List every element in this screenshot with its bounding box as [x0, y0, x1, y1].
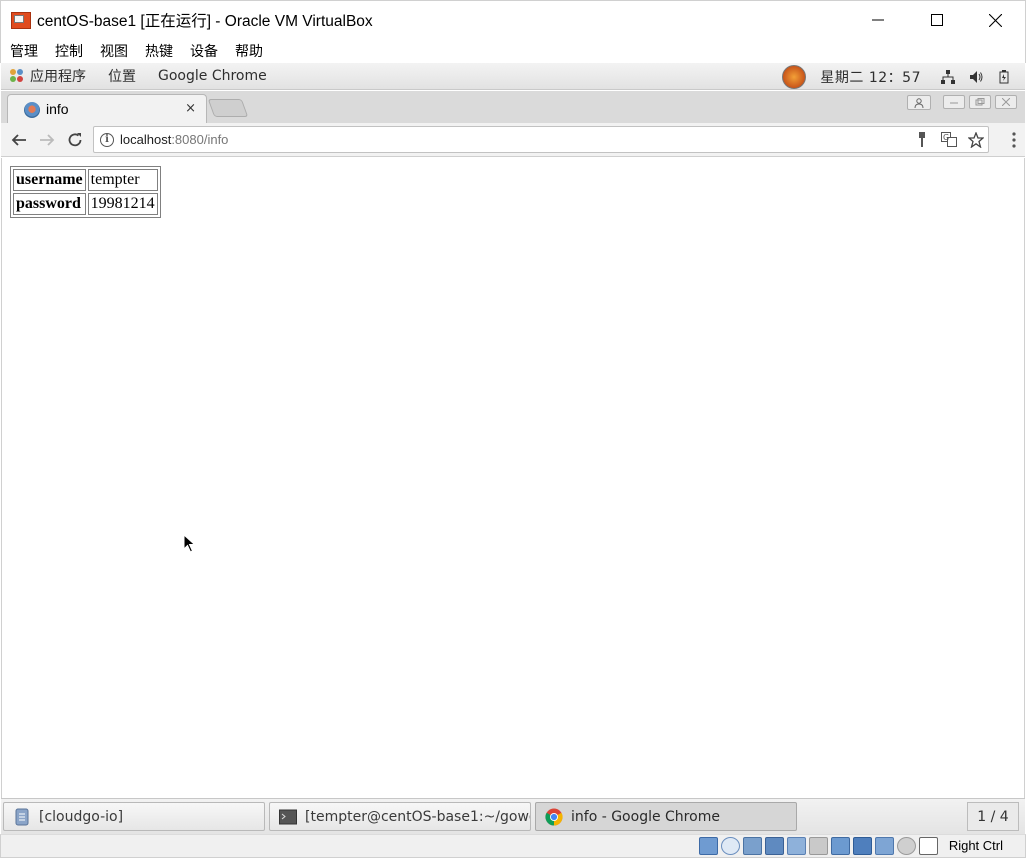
gnome-top-panel: 应用程序 位置 Google Chrome 星期二 12：57 [1, 63, 1025, 90]
active-app-menu[interactable]: Google Chrome [158, 68, 267, 84]
tab-info[interactable]: info × [7, 94, 207, 123]
chrome-menu-icon[interactable] [1011, 131, 1017, 149]
menu-view[interactable]: 视图 [100, 41, 128, 61]
network-icon[interactable] [941, 69, 955, 84]
menu-control[interactable]: 控制 [55, 41, 83, 61]
applications-icon [10, 69, 24, 83]
chrome-close-button[interactable] [995, 95, 1017, 109]
username-key: username [13, 169, 86, 191]
file-manager-icon [15, 808, 29, 825]
virtualbox-vm-icon [11, 10, 31, 30]
chrome-toolbar: i localhost:8080/info G [1, 123, 1025, 157]
table-row: password 19981214 [13, 193, 158, 215]
usb-icon[interactable] [787, 837, 806, 855]
address-bar[interactable]: i localhost:8080/info G [93, 126, 989, 153]
page-content: username tempter password 19981214 [1, 158, 1025, 798]
cpu-icon[interactable] [875, 837, 894, 855]
menu-machine[interactable]: 管理 [10, 41, 38, 61]
table-row: username tempter [13, 169, 158, 191]
clock[interactable]: 星期二 12：57 [820, 67, 921, 87]
url-host: localhost [120, 132, 172, 147]
forward-button[interactable] [37, 130, 57, 150]
shared-folders-icon[interactable] [809, 837, 828, 855]
volume-icon[interactable] [969, 70, 983, 84]
username-value: tempter [87, 169, 158, 191]
task-google-chrome[interactable]: info - Google Chrome [535, 802, 797, 831]
site-info-icon[interactable]: i [100, 133, 114, 147]
minimize-button[interactable] [848, 1, 907, 39]
translate-icon[interactable]: G [940, 131, 957, 148]
vbox-menubar: 管理 控制 视图 热键 设备 帮助 [0, 38, 1026, 63]
vbox-status-bar: Right Ctrl [0, 834, 1026, 858]
password-value: 19981214 [87, 193, 158, 215]
mouse-integration-icon[interactable] [897, 837, 916, 855]
menu-devices[interactable]: 设备 [190, 41, 218, 61]
optical-drive-icon[interactable] [721, 837, 740, 855]
url-path: :8080/info [171, 132, 229, 147]
chrome-tabstrip: info × [1, 91, 1025, 123]
video-capture-icon[interactable] [853, 837, 872, 855]
new-tab-button[interactable] [207, 99, 249, 117]
task-label: [tempter@centOS-base1:~/gowork⋯ [305, 808, 530, 825]
password-key: password [13, 193, 86, 215]
chrome-minimize-button[interactable] [943, 95, 965, 109]
hard-disk-icon[interactable] [699, 837, 718, 855]
task-cloudgo-io[interactable]: [cloudgo-io] [3, 802, 265, 831]
network-adapter-icon[interactable] [765, 837, 784, 855]
weather-icon[interactable] [782, 64, 807, 89]
info-table: username tempter password 19981214 [10, 166, 161, 218]
close-icon [989, 13, 1002, 27]
close-window-button[interactable] [966, 1, 1025, 39]
battery-icon[interactable] [997, 69, 1011, 84]
maximize-icon [930, 14, 943, 26]
display-icon[interactable] [831, 837, 850, 855]
places-menu[interactable]: 位置 [108, 66, 136, 86]
chrome-logo-icon [545, 808, 563, 826]
applications-menu[interactable]: 应用程序 [30, 66, 86, 86]
reload-icon [68, 133, 82, 147]
back-arrow-icon [11, 134, 26, 146]
task-terminal[interactable]: [tempter@centOS-base1:~/gowork⋯ [269, 802, 531, 831]
mouse-cursor-icon [183, 534, 196, 553]
back-button[interactable] [9, 130, 29, 150]
host-key-label: Right Ctrl [948, 838, 1003, 853]
url-text[interactable]: localhost:8080/info [120, 132, 228, 147]
window-title: centOS-base1 [正在运行] - Oracle VM VirtualB… [37, 12, 373, 30]
maximize-button[interactable] [907, 1, 966, 39]
gnome-taskbar: [cloudgo-io] [tempter@centOS-base1:~/gow… [1, 798, 1025, 834]
audio-icon[interactable] [743, 837, 762, 855]
forward-arrow-icon [40, 134, 55, 146]
bookmark-star-icon[interactable] [967, 131, 984, 148]
menu-input[interactable]: 热键 [145, 41, 173, 61]
terminal-icon [279, 809, 297, 824]
profile-icon[interactable] [907, 95, 931, 110]
reload-button[interactable] [65, 130, 85, 150]
keyboard-capture-icon[interactable] [919, 837, 938, 855]
svg-text:G: G [943, 133, 949, 142]
task-label: info - Google Chrome [571, 808, 720, 825]
tab-close-button[interactable]: × [185, 101, 196, 116]
tab-favicon-icon [24, 102, 40, 118]
tab-title: info [46, 101, 69, 117]
pin-icon[interactable] [913, 131, 930, 148]
menu-help[interactable]: 帮助 [235, 41, 263, 61]
vbox-title-bar: centOS-base1 [正在运行] - Oracle VM VirtualB… [0, 0, 1026, 38]
minimize-icon [871, 19, 884, 21]
chrome-restore-button[interactable] [969, 95, 991, 109]
workspace-switcher[interactable]: 1 / 4 [967, 802, 1019, 831]
task-label: [cloudgo-io] [39, 808, 124, 825]
